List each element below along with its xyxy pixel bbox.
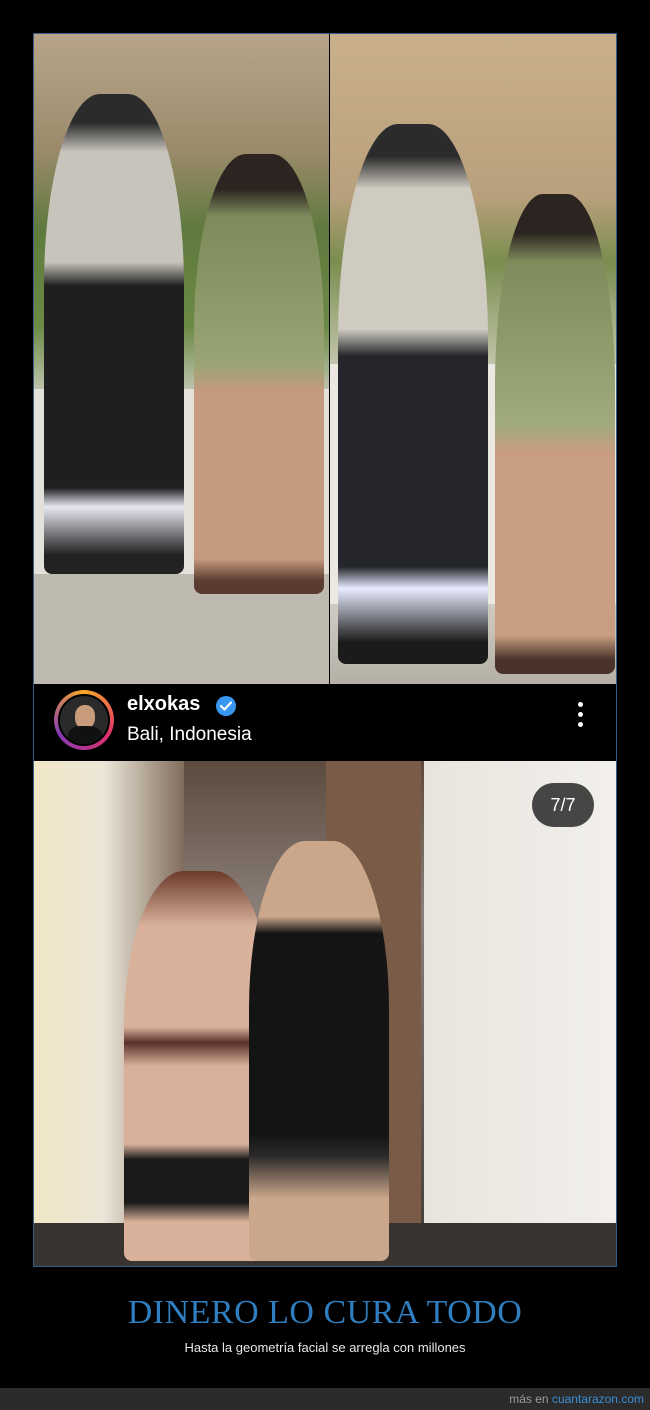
meme-title: DINERO LO CURA TODO (127, 1294, 523, 1331)
story-ring[interactable] (54, 690, 114, 750)
mirror-selfie-photo: 7/7 (34, 761, 616, 1266)
site-link[interactable]: cuantarazon.com (552, 1392, 644, 1406)
avatar-body (68, 726, 102, 744)
woman-figure (495, 194, 615, 674)
street-photo-left (34, 34, 329, 684)
woman-figure (194, 154, 324, 594)
carousel-counter: 7/7 (532, 783, 594, 827)
meme-caption: DINERO LO CURA TODO Hasta la geometría f… (0, 1294, 650, 1355)
avatar[interactable] (58, 694, 110, 746)
footer-credit: más en cuantarazon.com (509, 1392, 644, 1406)
username[interactable]: elxokas (127, 693, 200, 716)
man-figure (338, 124, 488, 664)
man-figure (249, 841, 389, 1261)
verified-badge-icon (216, 696, 236, 716)
footer-bar: más en cuantarazon.com (0, 1388, 650, 1410)
more-vertical-icon[interactable] (570, 702, 590, 734)
location-label[interactable]: Bali, Indonesia (127, 724, 252, 746)
instagram-post-header: elxokas Bali, Indonesia (34, 684, 616, 760)
footer-prefix: más en (509, 1392, 549, 1406)
meme-frame: elxokas Bali, Indonesia 7/7 (33, 33, 617, 1267)
street-photo-right (330, 34, 616, 684)
man-figure (44, 94, 184, 574)
meme-subtitle: Hasta la geometría facial se arregla con… (184, 1340, 466, 1355)
